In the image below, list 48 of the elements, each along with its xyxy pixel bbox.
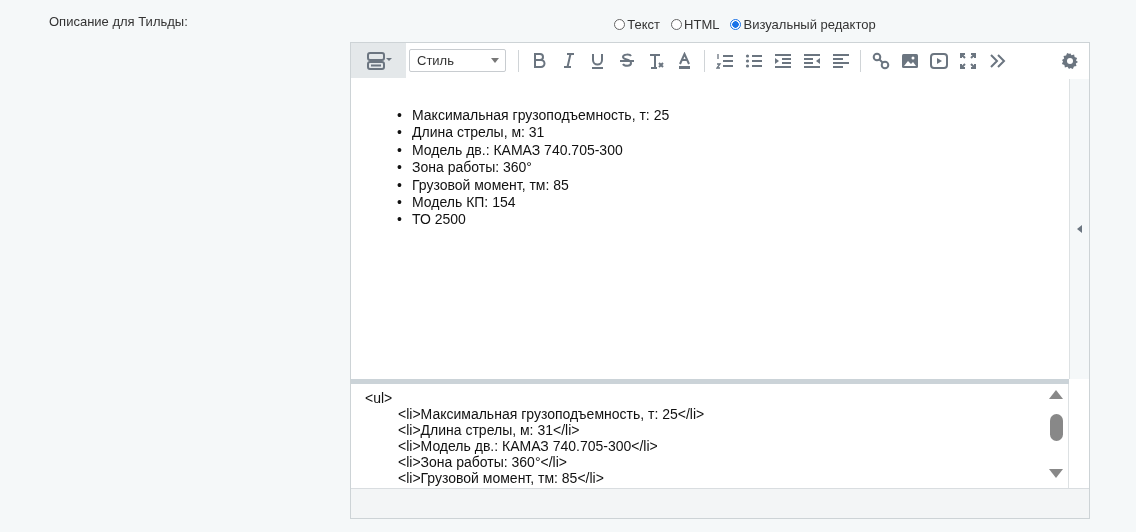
play-video-icon[interactable] [929, 51, 948, 70]
numbered-list-icon[interactable] [715, 51, 734, 70]
link-icon[interactable] [871, 51, 890, 70]
code-line: <li>Модель дв.: КАМАЗ 740.705-300</li> [398, 438, 658, 454]
list-item: Длина стрелы, м: 31 [412, 124, 545, 142]
field-label: Описание для Тильды: [49, 14, 188, 29]
style-dropdown[interactable]: Стиль [409, 49, 506, 72]
code-line: <li>Зона работы: 360°</li> [398, 454, 567, 470]
bullet: • [397, 194, 403, 212]
image-icon[interactable] [900, 51, 919, 70]
bullet: • [397, 176, 403, 195]
strikethrough-icon[interactable] [617, 51, 636, 70]
list-item: Зона работы: 360° [412, 159, 532, 177]
bullet-list-icon[interactable] [744, 51, 763, 70]
bullet: • [397, 107, 403, 125]
outdent-icon[interactable] [802, 51, 821, 70]
list-item: Модель КП: 154 [412, 194, 516, 212]
radio-button[interactable] [614, 18, 626, 30]
code-line: <li>Длина стрелы, м: 31</li> [398, 422, 580, 438]
code-line: <ul> [365, 390, 393, 406]
bullet: • [397, 159, 403, 177]
radio-label[interactable]: Текст [627, 16, 661, 32]
radio-label[interactable]: Визуальный редактор [743, 16, 876, 32]
bullet: • [397, 211, 403, 229]
scroll-down-icon[interactable] [1049, 469, 1063, 478]
caret-icon [491, 58, 499, 63]
toolbar-mode-button[interactable] [351, 43, 406, 78]
radio-label[interactable]: HTML [684, 16, 720, 32]
bullet: • [397, 141, 403, 160]
scroll-up-icon[interactable] [1049, 390, 1063, 399]
settings-icon[interactable] [1061, 51, 1079, 70]
layout-toggle-icon [365, 50, 392, 71]
list-item: Грузовой момент, тм: 85 [412, 176, 569, 195]
double-chevron-icon[interactable] [987, 51, 1006, 70]
list-item: Максимальная грузоподъемность, т: 25 [412, 107, 670, 125]
align-left-icon[interactable] [831, 51, 850, 70]
list-item: ТО 2500 [412, 211, 466, 229]
radio-button[interactable] [671, 18, 683, 30]
code-line: <li>Грузовой момент, тм: 85</li> [398, 470, 604, 486]
indent-icon[interactable] [773, 51, 792, 70]
list-item: Модель дв.: КАМАЗ 740.705-300 [412, 141, 623, 160]
code-line: <li>Максимальная грузоподъемность, т: 25</li> [398, 406, 705, 422]
source-code-area[interactable]: <ul> <li>Максимальная грузоподъемность, т: 25</li> <li>Длина стрелы, м: 31</li> <li>Модель дв.: КАМАЗ 740.705-300</li> <li>Зона работы: 360°</li> <li>Грузовой момент, тм: 85</li> [351, 384, 1044, 488]
bullet: • [397, 124, 403, 142]
scroll-thumb[interactable] [1049, 413, 1063, 441]
radio-button[interactable] [730, 18, 742, 30]
collapse-arrow-icon [1077, 225, 1082, 233]
fullscreen-icon[interactable] [958, 51, 977, 70]
